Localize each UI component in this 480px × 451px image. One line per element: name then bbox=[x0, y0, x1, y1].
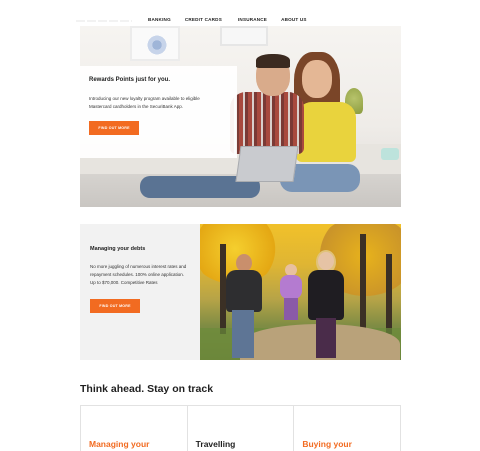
tile-managing-your[interactable]: Managing your bbox=[81, 406, 188, 451]
pillow bbox=[381, 148, 399, 160]
nav-item-about-us[interactable]: ABOUT US bbox=[281, 17, 307, 22]
tile-buying-your[interactable]: Buying your bbox=[294, 406, 400, 451]
topic-tiles: Managing your Travelling Buying your bbox=[80, 405, 401, 451]
hero-promo-card: Rewards Points just for you. Introducing… bbox=[80, 66, 237, 158]
debts-panel: Managing your debts No more juggling of … bbox=[80, 224, 200, 360]
man-figure bbox=[230, 92, 304, 154]
section-heading: Think ahead. Stay on track bbox=[80, 383, 214, 395]
nav-links: BANKING CREDIT CARDS INSURANCE ABOUT US bbox=[148, 17, 307, 22]
nav-item-banking[interactable]: BANKING bbox=[148, 17, 171, 22]
debts-title: Managing your debts bbox=[90, 246, 146, 252]
hero-title: Rewards Points just for you. bbox=[89, 77, 171, 83]
hero-description: Introducing our new loyalty program avai… bbox=[89, 96, 200, 109]
mother-figure bbox=[306, 250, 346, 358]
wall-frame bbox=[220, 26, 268, 46]
tile-title: Buying your bbox=[302, 439, 352, 449]
tile-title: Managing your bbox=[89, 439, 150, 449]
nav-item-credit-cards[interactable]: CREDIT CARDS bbox=[185, 17, 222, 22]
woman-figure bbox=[302, 60, 332, 98]
top-nav: BANKING CREDIT CARDS INSURANCE ABOUT US bbox=[0, 0, 480, 26]
tile-title: Travelling bbox=[195, 439, 236, 449]
logo[interactable] bbox=[76, 20, 132, 22]
child-figure bbox=[278, 264, 304, 322]
laptop bbox=[235, 146, 299, 182]
debts-description: No more juggling of numerous interest ra… bbox=[90, 264, 187, 285]
father-figure bbox=[224, 254, 264, 358]
family-park-image bbox=[200, 224, 401, 360]
tile-travelling[interactable]: Travelling bbox=[188, 406, 295, 451]
hero-find-out-more-button[interactable]: FIND OUT MORE bbox=[89, 121, 139, 136]
nav-item-insurance[interactable]: INSURANCE bbox=[238, 17, 267, 22]
debts-find-out-more-button[interactable]: FIND OUT MORE bbox=[90, 298, 140, 313]
wall-art bbox=[130, 26, 180, 61]
